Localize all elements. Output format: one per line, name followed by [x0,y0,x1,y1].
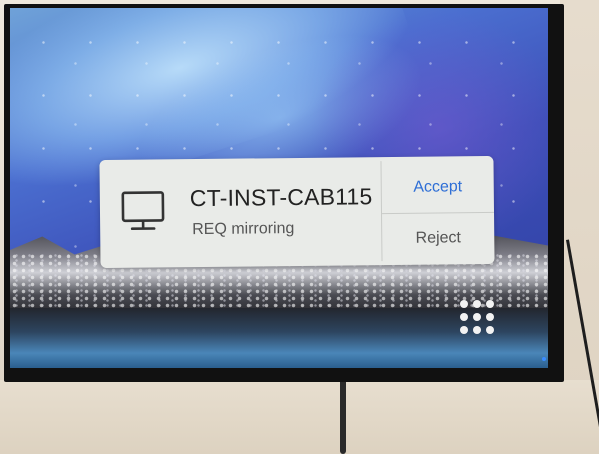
divider [382,211,495,215]
mirroring-request-dialog: CT-INST-CAB115 REQ mirroring Accept Reje… [99,155,495,269]
request-text: REQ mirroring [192,220,295,239]
launcher-dot [473,313,481,321]
tv-cable [340,378,346,454]
reject-button[interactable]: Reject [382,216,494,261]
launcher-dot [486,300,494,308]
launcher-dot [486,313,494,321]
launcher-dot [460,300,468,308]
device-name: CT-INST-CAB115 [189,183,373,212]
power-led [542,357,546,361]
launcher-dot [473,326,481,334]
monitor-icon [121,191,165,231]
photo-scene: CT-INST-CAB115 REQ mirroring Accept Reje… [0,0,599,454]
launcher-dot [460,326,468,334]
wall-below-tv [0,380,599,454]
launcher-dot [473,300,481,308]
launcher-dot [486,326,494,334]
accept-button[interactable]: Accept [382,164,494,211]
launcher-dot [460,313,468,321]
app-grid-icon[interactable] [460,300,494,334]
